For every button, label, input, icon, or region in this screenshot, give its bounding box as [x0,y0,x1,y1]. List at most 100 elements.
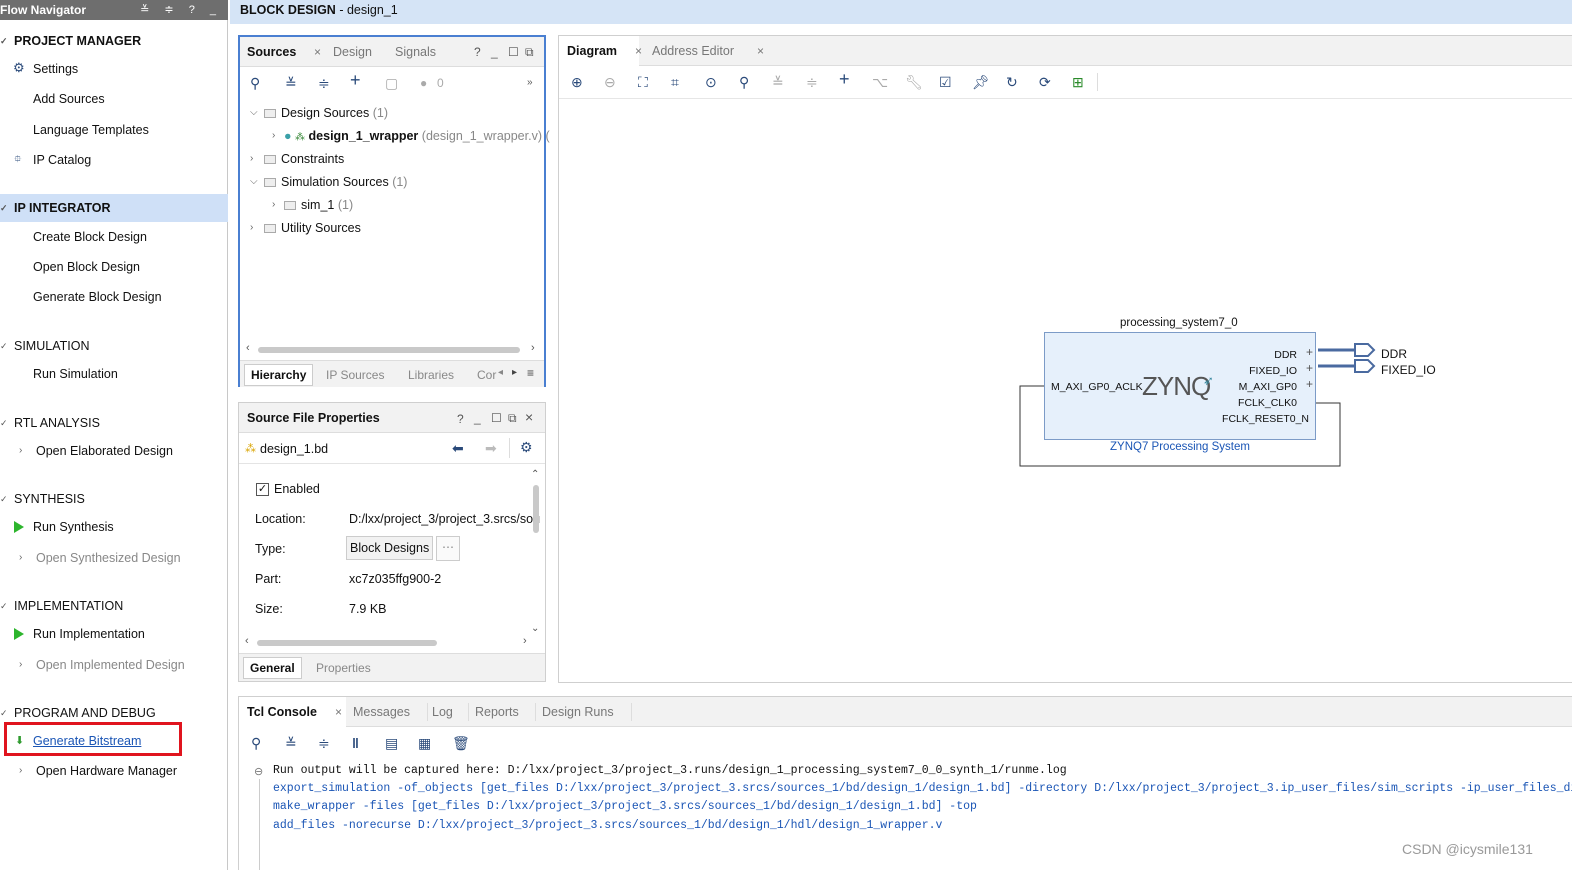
help-icon[interactable]: ? [474,45,481,59]
flow-navigator-controls[interactable]: ≚ ≑ ? _ [140,0,222,20]
scroll-left-icon[interactable]: ‹ [245,635,249,647]
trash-icon[interactable]: 🗑︎ [452,735,470,751]
forward-icon[interactable]: ➡ [485,440,497,457]
tab-design-runs[interactable]: Design Runs [542,705,614,719]
tree-utility-sources[interactable]: › Utility Sources [250,220,361,236]
pin-ddr[interactable]: DDR [1274,349,1297,361]
tree-sim-1[interactable]: › sim_1 (1) [272,197,353,213]
zoom-fit-icon[interactable]: ⛶ [638,74,648,90]
scrollbar-thumb[interactable] [258,347,520,353]
regenerate-layout-icon[interactable]: ⟳ [1039,74,1051,90]
nav-item-open-block-design[interactable]: Open Block Design [33,259,140,275]
float-icon[interactable]: ⧉ [525,45,534,60]
section-rtl-analysis[interactable]: ✓ RTL ANALYSIS [0,413,228,433]
nav-item-open-hardware-manager[interactable]: › Open Hardware Manager [19,763,177,779]
type-button[interactable]: Block Designs [346,536,434,560]
horizontal-scrollbar[interactable]: ‹ › [246,342,538,355]
pause-icon[interactable]: ‖ [352,735,359,751]
search-icon[interactable]: ⚲ [739,74,749,90]
section-simulation[interactable]: ✓ SIMULATION [0,336,228,356]
copy-icon[interactable]: ▤ [385,735,398,751]
tab-hierarchy[interactable]: Hierarchy [244,364,314,386]
tab-ip-sources[interactable]: IP Sources [326,368,384,382]
tab-sources[interactable]: Sources [247,45,296,59]
nav-item-open-implemented-design[interactable]: › Open Implemented Design [19,657,185,673]
tab-messages[interactable]: Messages [353,705,410,719]
minimize-icon[interactable]: _ [491,45,498,59]
section-implementation[interactable]: ✓ IMPLEMENTATION [0,596,228,616]
expand-all-icon[interactable]: ≑ [806,74,818,90]
pin-icon[interactable]: 📌︎ [972,74,990,90]
tab-libraries[interactable]: Libraries [408,368,454,382]
scroll-left-icon[interactable]: ‹ [246,342,250,354]
zoom-area-icon[interactable]: ⌗ [671,74,679,90]
minimize-icon[interactable]: _ [474,411,481,425]
pin-fixed-io[interactable]: FIXED_IO [1249,365,1297,377]
enabled-checkbox[interactable]: ✓ [256,483,269,496]
expand-all-icon[interactable]: ≑ [318,735,330,751]
section-project-manager[interactable]: ✓ PROJECT MANAGER [0,31,228,51]
overflow-icon[interactable]: » [527,75,533,91]
nav-item-language-templates[interactable]: Language Templates [33,122,149,138]
help-icon[interactable]: ? [457,412,464,426]
section-ip-integrator[interactable]: ✓ IP INTEGRATOR [0,194,228,222]
connect-icon[interactable]: ⌥ [872,74,888,90]
fixed-io-port-icon[interactable] [1354,359,1376,373]
close-icon[interactable]: × [757,44,764,58]
gear-icon[interactable]: ⚙ [520,439,533,456]
refresh-icon[interactable]: ↻ [1006,74,1018,90]
maximize-icon[interactable]: ☐ [508,45,519,59]
expand-all-icon[interactable]: ≑ [318,75,330,91]
ddr-port-icon[interactable] [1354,343,1376,357]
pin-m-axi-gp0[interactable]: M_AXI_GP0 [1239,381,1297,393]
validate-icon[interactable]: ☑ [939,74,952,90]
tab-signals[interactable]: Signals [395,45,436,59]
add-icon[interactable]: + [350,71,361,89]
expand-m-axi-gp0-icon[interactable]: + [1306,377,1313,391]
nav-item-run-synthesis[interactable]: Run Synthesis [14,519,114,535]
tab-properties[interactable]: Properties [316,661,371,675]
nav-item-create-block-design[interactable]: Create Block Design [33,229,147,245]
nav-item-run-simulation[interactable]: Run Simulation [33,366,118,382]
nav-item-generate-block-design[interactable]: Generate Block Design [33,289,162,305]
tab-scroll-right-icon[interactable]: ▸ [512,367,517,378]
scrollbar-thumb[interactable] [533,485,539,533]
close-icon[interactable]: × [635,44,642,58]
zoom-out-icon[interactable]: ⊖ [604,74,616,90]
nav-item-open-elaborated-design[interactable]: › Open Elaborated Design [19,443,173,459]
tab-menu-icon[interactable]: ≡ [527,366,534,380]
maximize-icon[interactable]: ☐ [491,411,502,425]
tab-general[interactable]: General [243,657,302,679]
float-icon[interactable]: ⧉ [508,411,517,426]
tab-compile-order[interactable]: Cor [477,368,496,382]
scroll-down-icon[interactable]: ⌄ [531,623,539,634]
wrench-icon[interactable]: 🔧︎ [905,74,923,90]
pin-m-axi-gp0-aclk[interactable]: M_AXI_GP0_ACLK [1051,381,1143,393]
collapse-output-icon[interactable]: ⊖ [254,765,263,778]
nav-item-run-implementation[interactable]: Run Implementation [14,626,145,642]
collapse-all-icon[interactable]: ≚ [285,75,297,91]
nav-item-open-synthesized-design[interactable]: › Open Synthesized Design [19,550,181,566]
nav-item-generate-bitstream[interactable]: ⬇ Generate Bitstream [15,733,141,749]
close-icon[interactable]: × [335,705,342,719]
tree-constraints[interactable]: › Constraints [250,151,344,167]
expand-ddr-icon[interactable]: + [1306,345,1313,359]
back-icon[interactable]: ⬅ [452,440,464,457]
tree-design-sources[interactable]: ⌵ Design Sources (1) [250,105,388,121]
port-fixed-io-label[interactable]: FIXED_IO [1381,363,1436,377]
scroll-up-icon[interactable]: ⌃ [531,469,539,480]
zoom-in-icon[interactable]: ⊕ [571,74,583,90]
horizontal-scrollbar[interactable]: ‹ › [245,635,535,648]
scroll-right-icon[interactable]: › [531,342,535,354]
add-ip-icon[interactable]: + [839,70,850,88]
tab-log[interactable]: Log [432,705,453,719]
collapse-all-icon[interactable]: ≚ [772,74,784,90]
vertical-scrollbar[interactable]: ⌃ ⌄ [530,467,542,643]
collapse-all-icon[interactable]: ≚ [285,735,297,751]
pin-fclk-reset0-n[interactable]: FCLK_RESET0_N [1222,413,1309,425]
tab-address-editor[interactable]: Address Editor [652,44,734,58]
tab-scroll-left-icon[interactable]: ◂ [498,367,503,378]
pin-fclk-clk0[interactable]: FCLK_CLK0 [1238,397,1297,409]
center-icon[interactable]: ⊙ [705,74,717,90]
close-icon[interactable]: × [314,45,321,59]
